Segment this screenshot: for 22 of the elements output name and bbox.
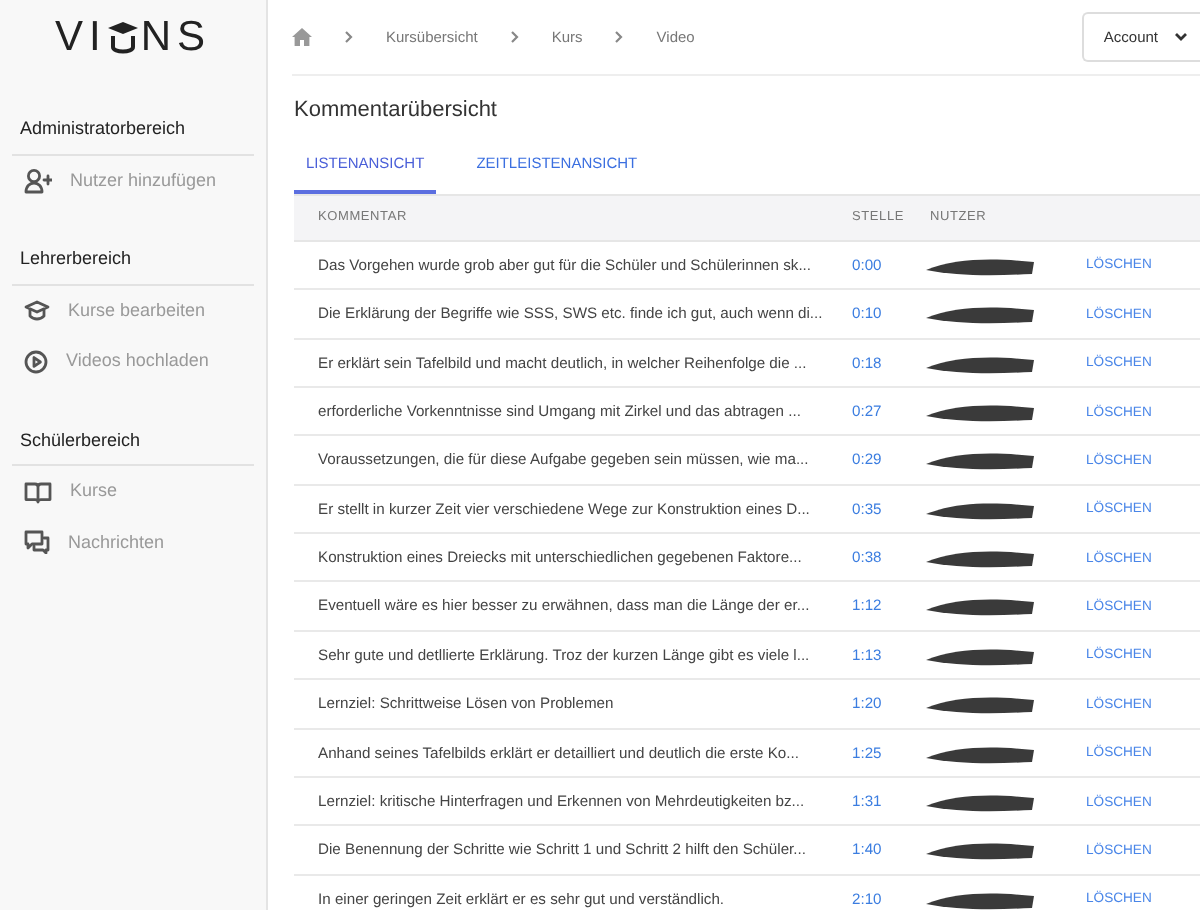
- logo-text: VI: [54, 12, 107, 65]
- logo-cap-icon: [106, 18, 141, 58]
- logo-text: NS: [140, 12, 212, 65]
- sidebar-item[interactable]: Kurse: [12, 466, 254, 517]
- sidebar-item[interactable]: Kurse bearbeiten: [12, 285, 254, 336]
- caret-icon: [1174, 32, 1188, 42]
- page-title: Kommentarübersicht: [294, 96, 499, 126]
- home-icon[interactable]: [292, 28, 312, 46]
- section-heading: Schülerbereich: [12, 423, 254, 466]
- graduation-cap-icon: [24, 298, 50, 323]
- chat-icon: [24, 530, 50, 555]
- section-heading: Administratorbereich: [12, 112, 254, 155]
- chevron-icon: [509, 30, 520, 44]
- book-icon: [24, 479, 52, 504]
- section-heading: Lehrerbereich: [12, 242, 254, 285]
- person-add-icon: [24, 167, 52, 194]
- play-icon: [24, 349, 48, 374]
- sidebar-item[interactable]: Nutzer hinzufügen: [12, 155, 254, 206]
- sidebar-item[interactable]: Videos hochladen: [12, 336, 254, 387]
- sidebar-item[interactable]: Nachrichten: [12, 517, 254, 568]
- chevron-icon: [614, 30, 625, 44]
- chevron-icon: [344, 30, 354, 44]
